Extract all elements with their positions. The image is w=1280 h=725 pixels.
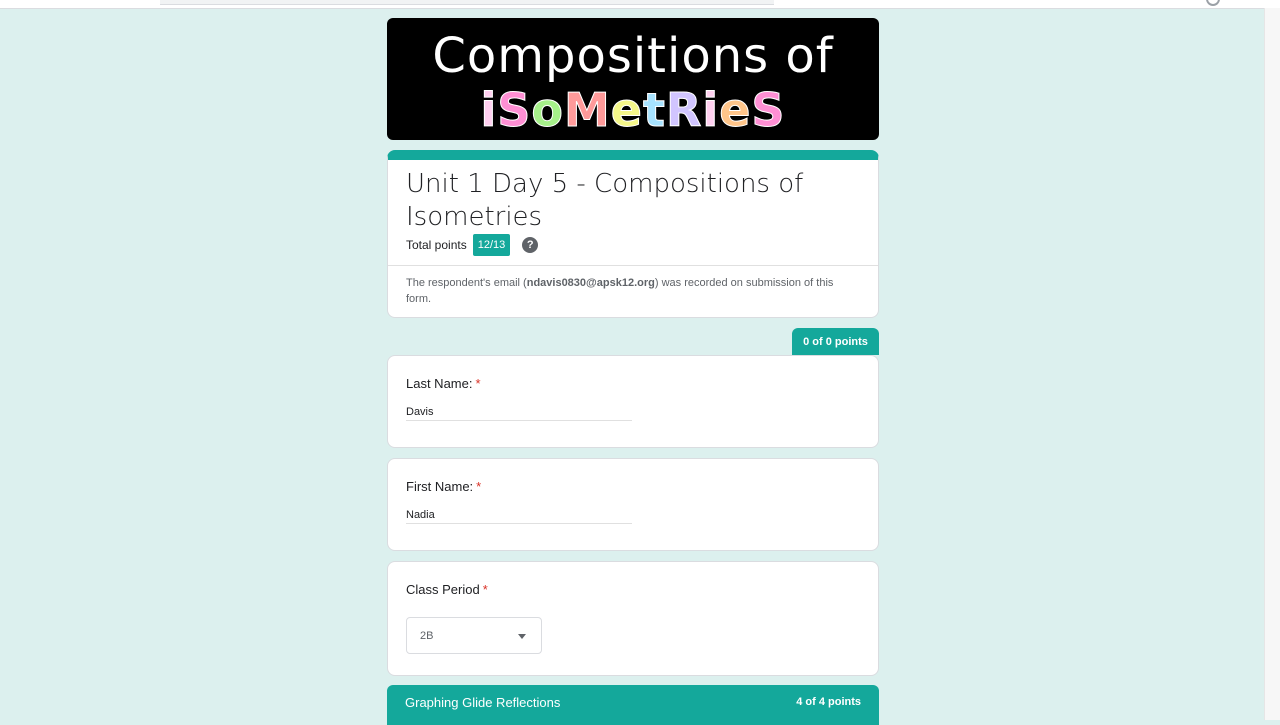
banner-letter: e — [610, 83, 643, 137]
first-name-answer: Nadia — [406, 509, 632, 524]
profile-icon[interactable] — [1206, 0, 1220, 6]
question-label: Last Name: * — [406, 376, 481, 391]
required-asterisk: * — [482, 582, 488, 597]
question-first-name: First Name: * Nadia — [387, 458, 879, 551]
banner-letter: i — [702, 83, 720, 137]
banner-letter: e — [719, 83, 752, 137]
question-label-text: First Name: — [406, 479, 474, 494]
total-points-label: Total points — [406, 238, 467, 252]
section-header-graphing-glide-reflections: Graphing Glide Reflections 4 of 4 points — [387, 685, 879, 725]
banner-title-line2: iSoMetRieS — [387, 83, 879, 137]
banner-letter: o — [531, 83, 564, 137]
address-bar[interactable] — [160, 0, 774, 5]
required-asterisk: * — [475, 376, 481, 391]
question-last-name: Last Name: * Davis — [387, 355, 879, 448]
banner-letter: i — [480, 83, 498, 137]
class-period-value: 2B — [420, 630, 434, 642]
class-period-select[interactable]: 2B — [406, 617, 542, 654]
scrollbar[interactable] — [1264, 8, 1280, 720]
total-points-row: Total points 12/13 ? — [406, 233, 539, 257]
banner-letter: R — [665, 83, 703, 137]
form-title: Unit 1 Day 5 - Compositions of Isometrie… — [406, 169, 804, 232]
banner-letter: M — [564, 83, 611, 137]
respondent-email: ndavis0830@apsk12.org — [526, 277, 655, 289]
question-label-text: Class Period — [406, 582, 480, 597]
browser-chrome — [0, 0, 1280, 9]
divider — [388, 265, 878, 266]
required-asterisk: * — [476, 479, 482, 494]
email-recorded-note: The respondent's email (ndavis0830@apsk1… — [406, 275, 846, 307]
section-points: 4 of 4 points — [796, 696, 861, 708]
email-note-prefix: The respondent's email ( — [406, 277, 527, 289]
banner-letter: S — [751, 83, 786, 137]
dropdown-caret-icon — [518, 634, 526, 639]
section-points-badge: 0 of 0 points — [792, 328, 879, 355]
question-class-period: Class Period * 2B — [387, 561, 879, 676]
section-title: Graphing Glide Reflections — [405, 695, 561, 710]
help-icon[interactable]: ? — [522, 237, 539, 253]
form-header-card: Unit 1 Day 5 - Compositions of Isometrie… — [387, 150, 879, 318]
question-label-text: Last Name: — [406, 376, 473, 391]
score-badge: 12/13 — [472, 234, 511, 256]
last-name-answer: Davis — [406, 406, 632, 421]
question-label: First Name: * — [406, 479, 481, 494]
banner-letter: S — [497, 83, 532, 137]
question-label: Class Period * — [406, 582, 488, 597]
form-banner: Compositions of iSoMetRieS — [387, 18, 879, 140]
banner-letter: t — [642, 83, 666, 137]
banner-title-line1: Compositions of — [432, 28, 834, 84]
